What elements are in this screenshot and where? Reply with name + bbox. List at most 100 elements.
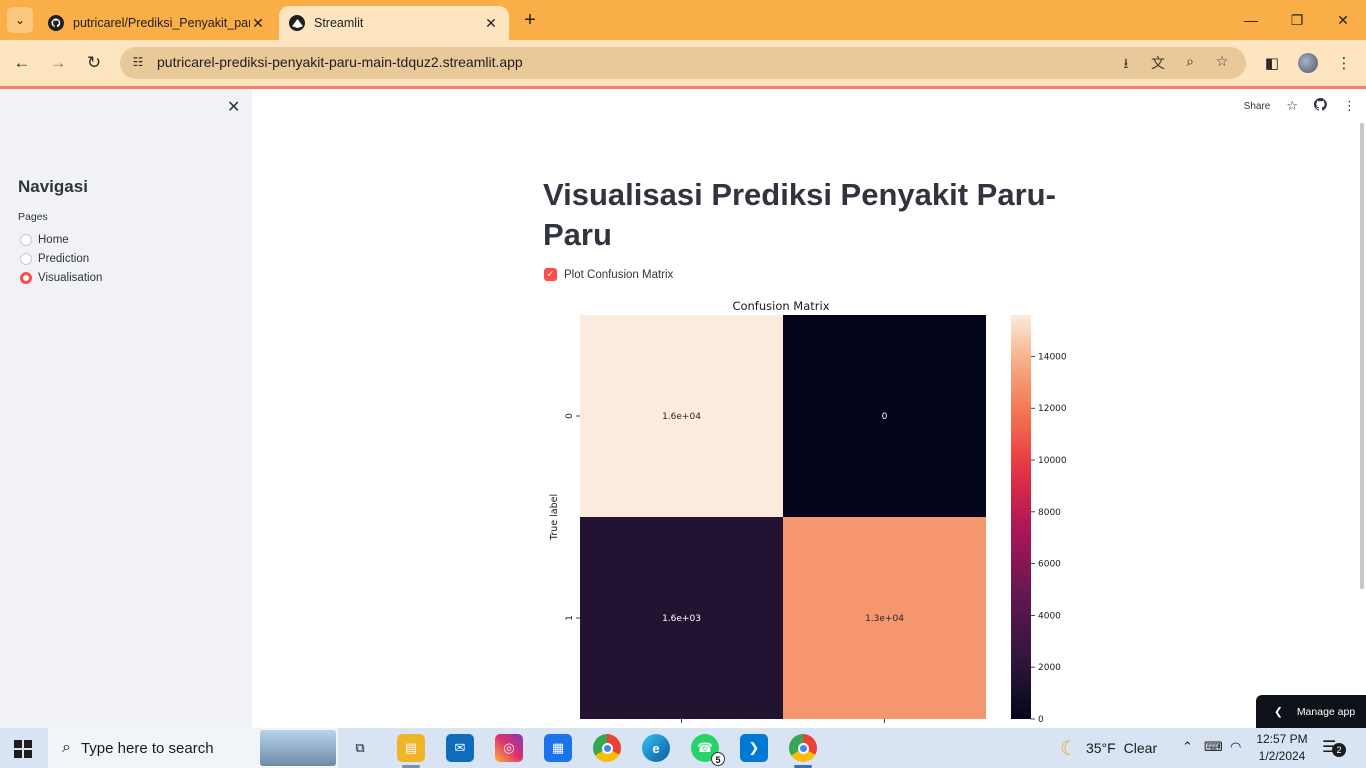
more-menu-icon[interactable]: ⋮ <box>1343 98 1356 114</box>
page-title: Visualisasi Prediksi Penyakit Paru-Paru <box>543 177 1056 252</box>
cell-annotation: 1.6e+03 <box>662 614 701 624</box>
sidebar: ✕ Navigasi Pages Home Prediction Visuali… <box>0 89 252 728</box>
chart-title: Confusion Matrix <box>732 299 829 313</box>
colorbar <box>1011 315 1031 719</box>
radio-button[interactable] <box>20 253 32 265</box>
sidebar-item-label: Prediction <box>38 253 90 265</box>
tab-title: putricarel/Prediksi_Penyakit_paru <box>73 16 250 30</box>
close-tab-icon[interactable]: ✕ <box>250 15 266 32</box>
minimize-icon[interactable]: — <box>1228 0 1274 40</box>
search-highlight-image <box>260 730 336 766</box>
new-tab-icon[interactable]: + <box>518 9 542 33</box>
manage-app-button[interactable]: ❮ Manage app <box>1256 695 1366 728</box>
keyboard-icon[interactable]: ⌨ <box>1204 739 1223 755</box>
side-panel-icon[interactable]: ◧ <box>1258 49 1286 77</box>
sidebar-item-label: Home <box>38 234 69 246</box>
clock-date: 1/2/2024 <box>1258 749 1306 763</box>
colorbar-tick-label: 10000 <box>1038 456 1067 466</box>
site-info-icon[interactable]: ☷ <box>130 55 146 71</box>
zoom-icon[interactable]: ⌕ <box>1179 53 1201 73</box>
file-explorer-icon[interactable]: ▤ <box>397 734 425 762</box>
mail-icon[interactable]: ✉ <box>446 734 474 762</box>
vscode-icon[interactable]: ❯ <box>740 734 768 762</box>
radio-button-selected[interactable] <box>20 272 32 284</box>
tab-github[interactable]: putricarel/Prediksi_Penyakit_paru ✕ <box>38 6 276 40</box>
share-button[interactable]: Share <box>1244 101 1271 112</box>
streamlit-icon <box>289 15 305 31</box>
github-icon[interactable] <box>1313 98 1327 114</box>
translate-icon[interactable]: 文 <box>1147 53 1169 73</box>
checkbox-label: Plot Confusion Matrix <box>564 268 674 281</box>
address-bar[interactable]: ☷ putricarel-prediksi-penyakit-paru-main… <box>120 47 1246 79</box>
weather-desc: Clear <box>1123 740 1158 756</box>
colorbar-tick-label: 4000 <box>1038 611 1061 621</box>
cell-annotation: 0 <box>882 412 888 422</box>
manage-app-label: Manage app <box>1296 705 1356 718</box>
install-app-icon[interactable]: ⭳ <box>1115 53 1137 73</box>
colorbar-tick-label: 14000 <box>1038 352 1067 362</box>
profile-avatar[interactable] <box>1294 49 1322 77</box>
taskbar-search-input[interactable]: ⌕ Type here to search <box>48 728 338 768</box>
main-scrollbar[interactable] <box>1360 123 1364 589</box>
sidebar-item-home[interactable]: Home <box>20 234 69 246</box>
colorbar-tick-label: 12000 <box>1038 404 1067 414</box>
browser-menu-icon[interactable]: ⋮ <box>1330 49 1358 77</box>
moon-icon: ☾ <box>1060 737 1078 760</box>
checkbox-checked-icon[interactable]: ✓ <box>544 268 557 281</box>
cell-annotation: 1.3e+04 <box>865 614 904 624</box>
search-placeholder: Type here to search <box>80 739 214 757</box>
wifi-icon[interactable]: ◠ <box>1230 739 1241 755</box>
clock-time: 12:57 PM <box>1256 732 1308 746</box>
whatsapp-badge: 5 <box>711 752 725 766</box>
tab-search-dropdown-icon[interactable]: ⌄ <box>7 7 33 33</box>
header-actions: Share ☆ ⋮ <box>1244 98 1356 114</box>
colorbar-tick-label: 0 <box>1038 715 1044 725</box>
radio-button[interactable] <box>20 234 32 246</box>
windows-taskbar: ⌕ Type here to search ⧉ ▤ ✉ ◎ ▦ e ☎ 5 ❯ ☾… <box>0 728 1366 768</box>
y-tick-label: 0 <box>565 413 575 419</box>
sidebar-item-prediction[interactable]: Prediction <box>20 253 89 265</box>
y-tick-label: 1 <box>565 615 575 621</box>
cell-annotation: 1.6e+04 <box>662 412 701 422</box>
colorbar-tick-label: 8000 <box>1038 508 1061 518</box>
taskbar-clock[interactable]: 12:57 PM 1/2/2024 <box>1252 731 1312 765</box>
browser-toolbar: ← → ↻ ☷ putricarel-prediksi-penyakit-par… <box>0 40 1366 86</box>
pages-label: Pages <box>18 211 48 223</box>
whatsapp-icon[interactable]: ☎ 5 <box>691 734 725 766</box>
windows-start-icon[interactable] <box>14 740 32 758</box>
colorbar-tick-label: 6000 <box>1038 560 1061 570</box>
tab-title: Streamlit <box>314 16 364 30</box>
colorbar-tick-label: 2000 <box>1038 663 1061 673</box>
edge-icon[interactable]: e <box>642 734 670 762</box>
plot-confusion-matrix-checkbox[interactable]: ✓ Plot Confusion Matrix <box>544 268 673 281</box>
reload-icon[interactable]: ↻ <box>80 49 108 77</box>
weather-temp: 35°F <box>1085 740 1116 756</box>
chrome-icon[interactable] <box>593 734 621 762</box>
chrome-profile-icon[interactable] <box>789 734 817 762</box>
restore-icon[interactable]: ❐ <box>1274 0 1320 40</box>
chevron-left-icon: ❮ <box>1274 705 1283 718</box>
browser-tab-bar: ⌄ putricarel/Prediksi_Penyakit_paru ✕ St… <box>0 0 1366 40</box>
close-tab-icon[interactable]: ✕ <box>483 15 499 32</box>
task-view-icon[interactable]: ⧉ <box>346 734 374 762</box>
microsoft-store-icon[interactable]: ▦ <box>544 734 572 762</box>
close-sidebar-icon[interactable]: ✕ <box>227 97 240 117</box>
tab-streamlit[interactable]: Streamlit ✕ <box>279 6 509 40</box>
notification-center-icon[interactable]: ☰ 2 <box>1322 737 1346 757</box>
sidebar-item-visualisation[interactable]: Visualisation <box>20 272 102 284</box>
forward-icon[interactable]: → <box>44 49 72 77</box>
search-icon: ⌕ <box>62 739 71 756</box>
main-content: Share ☆ ⋮ Visualisasi Prediksi Penyakit … <box>252 89 1366 728</box>
sidebar-title: Navigasi <box>18 177 88 196</box>
y-axis-label: True label <box>549 494 560 541</box>
back-icon[interactable]: ← <box>8 49 36 77</box>
chevron-up-icon[interactable]: ⌃ <box>1182 739 1193 755</box>
github-icon <box>48 15 64 31</box>
star-icon[interactable]: ☆ <box>1286 98 1298 114</box>
url-text[interactable]: putricarel-prediksi-penyakit-paru-main-t… <box>157 54 523 70</box>
close-window-icon[interactable]: ✕ <box>1320 0 1366 40</box>
notification-count: 2 <box>1332 743 1346 757</box>
weather-widget[interactable]: ☾ 35°F Clear <box>1060 728 1157 768</box>
bookmark-star-icon[interactable]: ☆ <box>1211 53 1233 73</box>
instagram-icon[interactable]: ◎ <box>495 734 523 762</box>
